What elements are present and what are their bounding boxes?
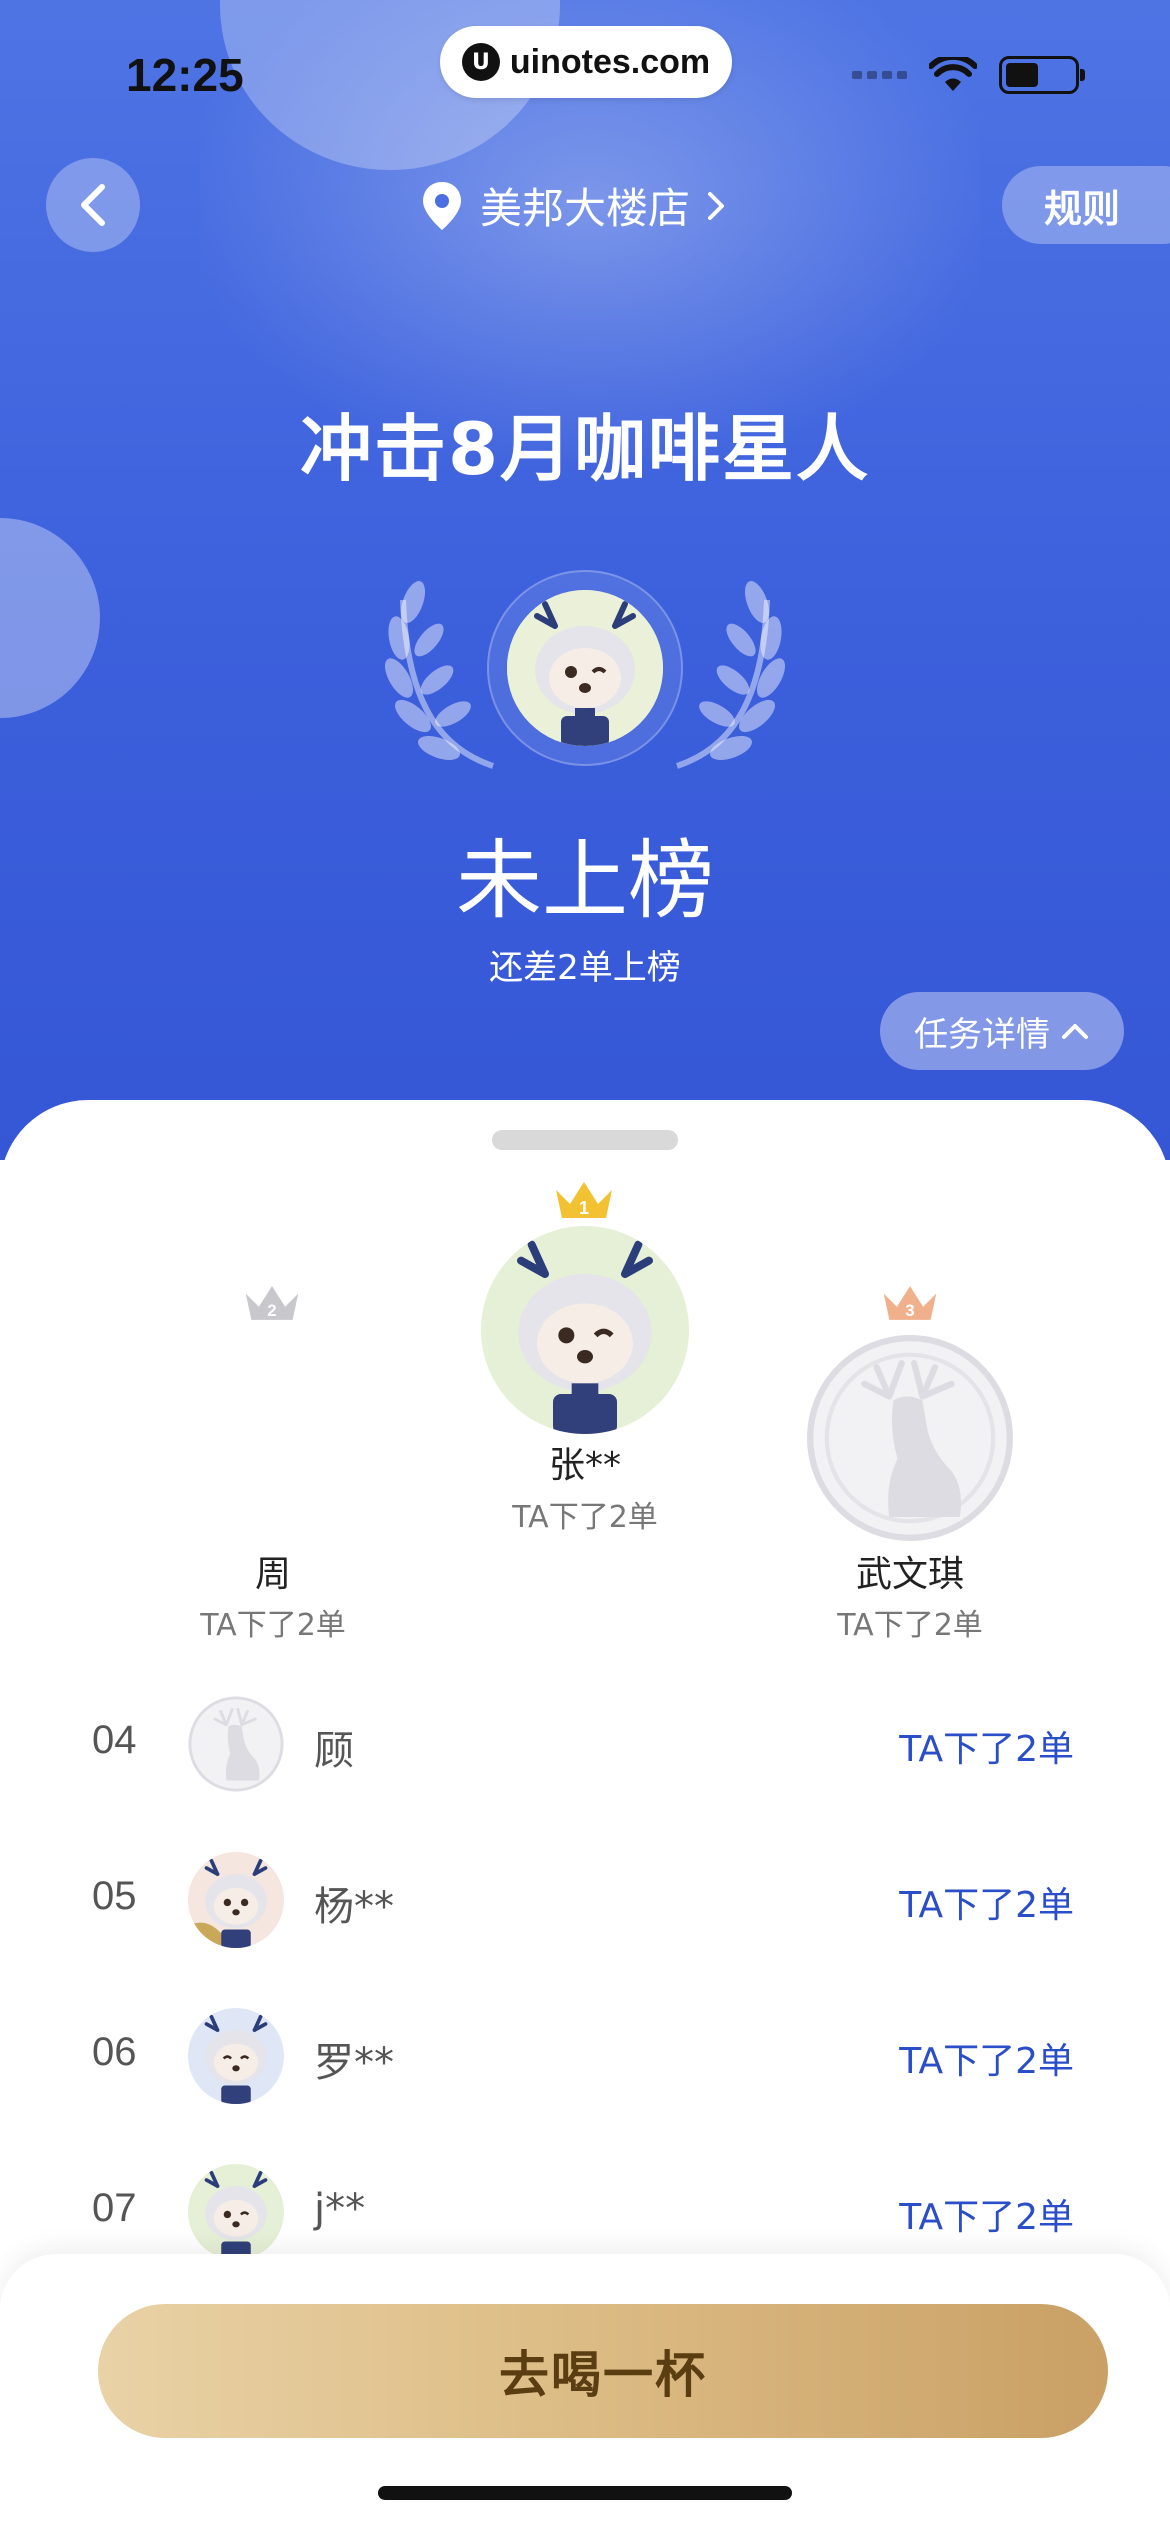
url-text: uinotes.com — [509, 42, 711, 81]
list-item-orders: TA下了2单 — [899, 2041, 1074, 2082]
list-item[interactable]: 07 j** TA下了2单 — [0, 2164, 1170, 2264]
home-indicator[interactable] — [378, 2486, 792, 2500]
my-avatar-frame — [487, 570, 683, 766]
chevron-right-icon — [708, 191, 725, 220]
crown-rank-2: 2 — [267, 1301, 276, 1320]
crown-rank-1: 1 — [579, 1198, 589, 1218]
laurel-right-icon — [676, 581, 785, 769]
mascot-icon — [481, 1226, 689, 1434]
battery-icon — [999, 56, 1085, 94]
store-selector[interactable]: 美邦大楼店 — [420, 175, 726, 236]
location-pin-icon — [423, 181, 461, 230]
crown-rank-3: 3 — [905, 1301, 914, 1320]
mascot-icon — [507, 590, 663, 746]
list-item-name: 顾 — [314, 1728, 354, 1774]
list-item-orders: TA下了2单 — [899, 1729, 1074, 1770]
third-place-orders: TA下了2单 — [837, 1608, 983, 1643]
rank-subtitle: 还差2单上榜 — [489, 948, 681, 988]
wifi-icon — [929, 57, 977, 91]
list-item-rank: 04 — [92, 1718, 137, 1762]
task-details-label: 任务详情 — [914, 1014, 1050, 1055]
url-pill[interactable]: U uinotes.com — [440, 26, 732, 98]
list-item[interactable]: 05 杨** TA下了2单 — [0, 1852, 1170, 1952]
list-item-name: 杨** — [314, 1884, 394, 1930]
list-item-avatar — [188, 1696, 284, 1792]
silver-crown-icon: 2 — [245, 1286, 299, 1320]
campaign-title: 冲击8月咖啡星人 — [299, 407, 871, 491]
list-item-rank: 07 — [92, 2186, 137, 2230]
list-item-avatar — [188, 2008, 284, 2104]
first-place-avatar[interactable] — [481, 1226, 689, 1434]
second-place-name: 周 — [254, 1554, 291, 1595]
list-item[interactable]: 06 罗** TA下了2单 — [0, 2008, 1170, 2108]
sheet-grabber[interactable] — [492, 1130, 678, 1150]
mascot-icon — [188, 2164, 284, 2260]
signal-icon — [852, 71, 907, 79]
status-time: 12:25 — [126, 49, 244, 101]
laurel-left-icon — [385, 581, 494, 769]
store-name: 美邦大楼店 — [480, 184, 691, 233]
bronze-crown-icon: 3 — [883, 1286, 937, 1320]
rank-status: 未上榜 — [456, 831, 714, 931]
list-item-avatar — [188, 2164, 284, 2260]
gold-crown-icon: 1 — [556, 1182, 612, 1218]
first-place-orders: TA下了2单 — [512, 1500, 658, 1535]
task-details-button[interactable]: 任务详情 — [880, 992, 1124, 1070]
third-place-avatar[interactable] — [806, 1334, 1014, 1542]
list-item-orders: TA下了2单 — [899, 2197, 1074, 2238]
first-place-name: 张** — [548, 1445, 621, 1486]
chevron-up-icon — [1062, 1024, 1088, 1039]
chevron-left-icon — [81, 184, 105, 226]
site-logo-icon: U — [461, 43, 500, 81]
back-button[interactable] — [46, 158, 140, 252]
second-place-orders: TA下了2单 — [200, 1608, 346, 1643]
decorative-bubble — [0, 518, 100, 718]
list-item-avatar — [188, 1852, 284, 1948]
list-item[interactable]: 04 顾 TA下了2单 — [0, 1696, 1170, 1796]
rules-button[interactable]: 规则 — [1002, 166, 1170, 244]
deer-placeholder-icon — [807, 1335, 1013, 1541]
go-drink-button[interactable]: 去喝一杯 — [98, 2304, 1108, 2438]
list-item-rank: 06 — [92, 2030, 137, 2074]
third-place-name: 武文琪 — [855, 1554, 964, 1595]
list-item-rank: 05 — [92, 1874, 137, 1918]
mascot-icon — [188, 2008, 284, 2104]
list-item-name: j** — [314, 2186, 366, 2232]
status-indicators — [852, 56, 1085, 94]
list-item-name: 罗** — [314, 2040, 394, 2086]
mascot-icon — [188, 1852, 284, 1948]
deer-placeholder-icon — [188, 1696, 284, 1792]
my-avatar — [507, 590, 663, 746]
list-item-orders: TA下了2单 — [899, 1885, 1074, 1926]
